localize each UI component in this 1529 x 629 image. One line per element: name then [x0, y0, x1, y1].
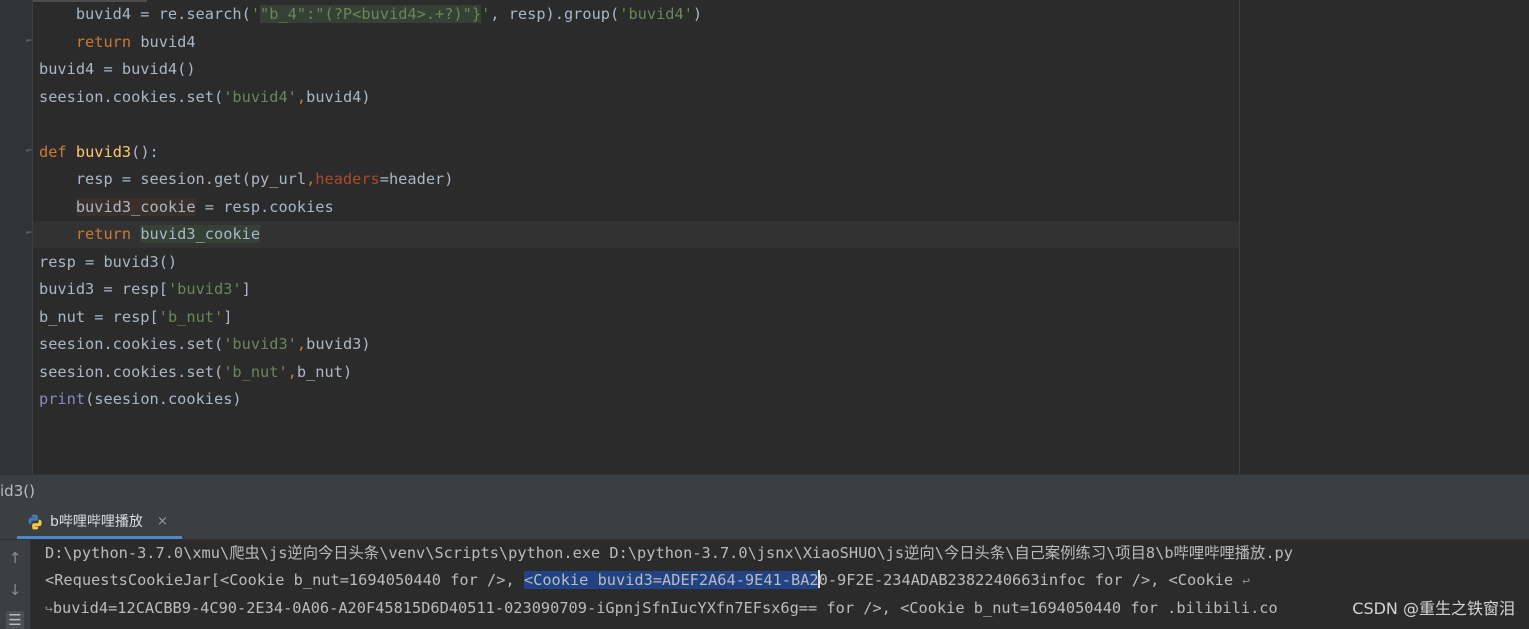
code-line-2: return buvid4 — [75, 32, 196, 51]
fold-start-icon[interactable]: ⌐ — [26, 147, 36, 157]
code-line-4: seesion.cookies.set('buvid4',buvid4) — [39, 87, 371, 106]
breadcrumb-function[interactable]: id3() — [0, 475, 35, 507]
console-output-part: 0-9F2E-234ADAB2382240663infoc for />, <C… — [818, 571, 1243, 589]
line-gutter: ⌐ ⌐ ⌐ — [0, 0, 33, 474]
run-tab[interactable]: b哔哩哔哩播放 × — [17, 507, 182, 539]
code-line-13: seesion.cookies.set('buvid3',buvid3) — [39, 335, 371, 353]
code-line-1: buvid4 = re.search('"b_4":"(?P<buvid4>.+… — [39, 5, 703, 23]
code-line-9: return buvid3_cookie — [75, 225, 261, 243]
watermark: CSDN @重生之铁窗泪 — [1352, 599, 1515, 618]
console-toolbar: ↑ ↓ ☰ — [0, 540, 31, 629]
wrap-continuation-icon: ↩ — [1242, 574, 1251, 589]
console-line-output-1: <RequestsCookieJar[<Cookie b_nut=1694050… — [45, 567, 1250, 595]
active-tab-indicator — [17, 536, 182, 539]
code-line-14: seesion.cookies.set('b_nut',b_nut) — [39, 362, 353, 381]
console-output-part: <RequestsCookieJar[<Cookie b_nut=1694050… — [45, 571, 524, 589]
code-line-15: print(seesion.cookies) — [39, 390, 242, 408]
code-line-6: def buvid3(): — [39, 142, 159, 161]
fold-end-icon[interactable]: ⌐ — [26, 37, 36, 47]
soft-wrap-icon[interactable]: ☰ — [6, 611, 24, 629]
right-margin-guide — [1239, 0, 1240, 474]
python-icon — [28, 514, 42, 530]
code-line-7: resp = seesion.get(py_url,headers=header… — [39, 170, 454, 188]
code-editor[interactable]: ⌐ ⌐ ⌐ buvid4 = re.search('"b_4":"(?P<buv… — [0, 0, 1529, 474]
breadcrumb[interactable]: id3() — [0, 474, 1529, 507]
run-tab-bar: b哔哩哔哩播放 × — [0, 507, 1529, 540]
code-line-8: buvid3_cookie = resp.cookies — [75, 197, 334, 216]
close-icon[interactable]: × — [157, 507, 168, 537]
selected-text[interactable]: <Cookie buvid3=ADEF2A64-9E41-BA2 — [523, 571, 819, 589]
run-tab-label: b哔哩哔哩播放 — [50, 514, 143, 530]
arrow-up-icon[interactable]: ↑ — [6, 549, 24, 567]
code-line-11: buvid3 = resp['buvid3'] — [39, 280, 251, 298]
console-line-command: D:\python-3.7.0\xmu\爬虫\js逆向今日头条\venv\Scr… — [45, 544, 1293, 562]
arrow-down-icon[interactable]: ↓ — [6, 581, 24, 599]
wrap-continuation-icon: ↪ — [45, 602, 53, 617]
code-line-12: b_nut = resp['b_nut'] — [39, 307, 233, 326]
console-line-output-2: ↪buvid4=12CACBB9-4C90-2E34-0A06-A20F4581… — [45, 595, 1278, 623]
run-console[interactable]: ↑ ↓ ☰ D:\python-3.7.0\xmu\爬虫\js逆向今日头条\ve… — [0, 540, 1529, 629]
code-line-3: buvid4 = buvid4() — [39, 60, 196, 78]
code-text[interactable]: buvid4 = re.search('"b_4":"(?P<buvid4>.+… — [39, 1, 702, 414]
code-line-10: resp = buvid3() — [39, 252, 178, 271]
console-output-part: buvid4=12CACBB9-4C90-2E34-0A06-A20F45815… — [52, 599, 1278, 617]
